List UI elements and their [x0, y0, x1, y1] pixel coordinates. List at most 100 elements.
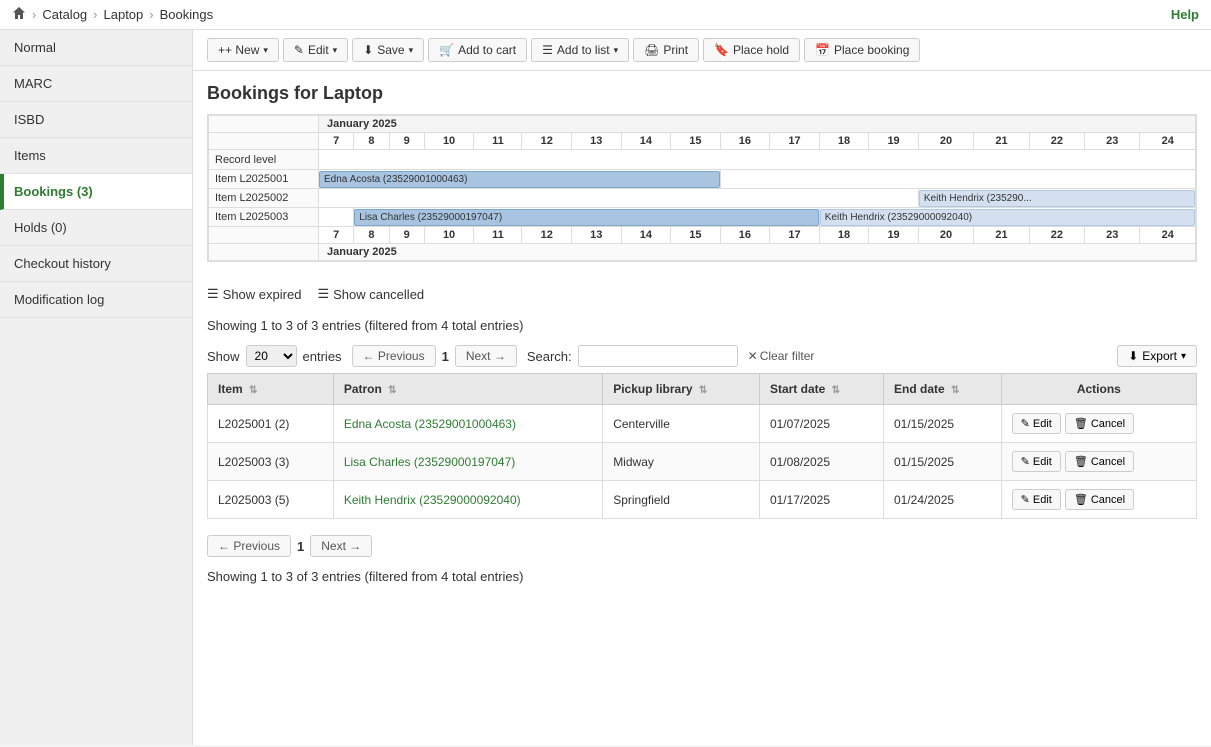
export-icon: ⬇: [1128, 349, 1138, 363]
col-end-date[interactable]: End date ⇅: [883, 374, 1001, 405]
booking-edna-bar[interactable]: Edna Acosta (23529001000463): [319, 171, 720, 188]
cell-item-2: L2025003 (5): [208, 481, 334, 519]
sidebar-item-marc[interactable]: MARC: [0, 66, 192, 102]
place-hold-button[interactable]: 🔖 Place hold: [703, 38, 800, 62]
search-label: Search:: [527, 349, 572, 364]
patron-link-1[interactable]: Lisa Charles (23529000197047): [344, 455, 515, 469]
previous-button-bottom[interactable]: ← Previous: [207, 535, 291, 557]
foot-month-label: January 2025: [319, 244, 1196, 261]
place-booking-button[interactable]: 📅 Place booking: [804, 38, 920, 62]
add-to-list-button[interactable]: ☰ Add to list ▾: [531, 38, 629, 62]
col-start-date[interactable]: Start date ⇅: [759, 374, 883, 405]
day-11: 11: [474, 133, 522, 150]
entries-select[interactable]: 10 20 50 100: [246, 345, 297, 367]
help-link[interactable]: Help: [1171, 7, 1199, 22]
sidebar-item-isbd[interactable]: ISBD: [0, 102, 192, 138]
toolbar: + + New ▾ ✎ Edit ▾ ⬇ Save ▾ 🛒 Add to car…: [193, 30, 1211, 71]
breadcrumb-current: Bookings: [160, 7, 213, 22]
breadcrumb-catalog[interactable]: Catalog: [42, 7, 87, 22]
cell-end-2: 01/24/2025: [883, 481, 1001, 519]
breadcrumb-laptop[interactable]: Laptop: [104, 7, 144, 22]
cell-end-0: 01/15/2025: [883, 405, 1001, 443]
save-icon: ⬇: [363, 43, 373, 57]
calendar-row-l2025001: Item L2025001 Edna Acosta (2352900100046…: [209, 170, 1196, 189]
sort-icon-patron: ⇅: [388, 385, 396, 396]
entries-label: entries: [303, 349, 342, 364]
export-button[interactable]: ⬇ Export ▾: [1117, 345, 1197, 367]
edit-icon: ✎: [294, 43, 304, 57]
show-label: Show: [207, 349, 240, 364]
cell-patron-0: Edna Acosta (23529001000463): [333, 405, 602, 443]
edit-button[interactable]: ✎ Edit ▾: [283, 38, 348, 62]
cell-patron-1: Lisa Charles (23529000197047): [333, 443, 602, 481]
booking-keith-l2025003[interactable]: Keith Hendrix (23529000092040): [819, 208, 1195, 227]
cell-item-0: L2025001 (2): [208, 405, 334, 443]
booking-keith-l2025002-bar[interactable]: Keith Hendrix (235290...: [919, 190, 1195, 207]
edit-button-0[interactable]: ✎ Edit: [1012, 413, 1061, 434]
bottom-controls: ← Previous 1 Next →: [193, 529, 1211, 563]
calendar-row-record-level: Record level: [209, 150, 1196, 170]
search-input[interactable]: [578, 345, 738, 367]
patron-link-0[interactable]: Edna Acosta (23529001000463): [344, 417, 516, 431]
booking-lisa-bar[interactable]: Lisa Charles (23529000197047): [354, 209, 818, 226]
col-pickup-library[interactable]: Pickup library ⇅: [603, 374, 760, 405]
cancel-button-1[interactable]: 🗑 Cancel: [1065, 451, 1134, 472]
foot-day-11: 11: [474, 227, 522, 244]
foot-day-17: 17: [770, 227, 820, 244]
booking-lisa[interactable]: Lisa Charles (23529000197047): [354, 208, 819, 227]
print-button[interactable]: 🖨 Print: [633, 38, 699, 62]
next-button[interactable]: Next →: [455, 345, 517, 367]
calendar-row-l2025003: Item L2025003 Lisa Charles (235290001970…: [209, 208, 1196, 227]
col-patron[interactable]: Patron ⇅: [333, 374, 602, 405]
next-button-bottom[interactable]: Next →: [310, 535, 372, 557]
edit-button-1[interactable]: ✎ Edit: [1012, 451, 1061, 472]
table-row: L2025003 (3) Lisa Charles (2352900019704…: [208, 443, 1197, 481]
cell-item-1: L2025003 (3): [208, 443, 334, 481]
clear-filter-button[interactable]: ✕ Clear filter: [748, 349, 815, 363]
calendar-table: January 2025 7 8 9 10 11 12 13 14 15 16: [208, 115, 1196, 261]
show-expired-toggle[interactable]: ☰ Show expired: [207, 286, 301, 302]
new-button[interactable]: + + New ▾: [207, 38, 279, 62]
save-button[interactable]: ⬇ Save ▾: [352, 38, 424, 62]
plus-icon: +: [218, 43, 225, 57]
edit-button-2[interactable]: ✎ Edit: [1012, 489, 1061, 510]
sidebar-item-bookings[interactable]: Bookings (3): [0, 174, 192, 210]
cancel-button-2[interactable]: 🗑 Cancel: [1065, 489, 1134, 510]
foot-day-8: 8: [354, 227, 389, 244]
row-label-l2025002: Item L2025002: [209, 189, 319, 208]
add-to-cart-button[interactable]: 🛒 Add to cart: [428, 38, 527, 62]
day-14: 14: [621, 133, 671, 150]
patron-link-2[interactable]: Keith Hendrix (23529000092040): [344, 493, 521, 507]
sidebar-item-items[interactable]: Items: [0, 138, 192, 174]
print-icon: 🖨: [644, 43, 659, 57]
cell-start-2: 01/17/2025: [759, 481, 883, 519]
hold-icon: 🔖: [714, 43, 729, 57]
booking-keith-l2025002[interactable]: Keith Hendrix (235290...: [918, 189, 1195, 208]
booking-keith-l2025003-bar[interactable]: Keith Hendrix (23529000092040): [820, 209, 1195, 226]
sidebar-item-normal[interactable]: Normal: [0, 30, 192, 66]
cell-end-1: 01/15/2025: [883, 443, 1001, 481]
sidebar-item-modification-log[interactable]: Modification log: [0, 282, 192, 318]
col-item[interactable]: Item ⇅: [208, 374, 334, 405]
show-cancelled-toggle[interactable]: ☰ Show cancelled: [317, 286, 424, 302]
cell-pickup-2: Springfield: [603, 481, 760, 519]
booking-edna[interactable]: Edna Acosta (23529001000463): [319, 170, 721, 189]
foot-day-12: 12: [522, 227, 572, 244]
list-icon: ☰: [542, 43, 553, 57]
previous-button[interactable]: ← Previous: [352, 345, 436, 367]
showing-text-bottom: Showing 1 to 3 of 3 entries (filtered fr…: [193, 563, 1211, 590]
bookings-table: Item ⇅ Patron ⇅ Pickup library ⇅ Start: [207, 373, 1197, 519]
cancel-icon-1: 🗑: [1074, 455, 1088, 468]
cell-start-1: 01/08/2025: [759, 443, 883, 481]
day-7: 7: [319, 133, 354, 150]
cancel-button-0[interactable]: 🗑 Cancel: [1065, 413, 1134, 434]
action-btns-2: ✎ Edit 🗑 Cancel: [1012, 489, 1186, 510]
foot-day-15: 15: [671, 227, 721, 244]
sort-icon-end: ⇅: [951, 385, 959, 396]
search-area: Search:: [527, 345, 738, 367]
home-icon[interactable]: [12, 6, 26, 23]
export-caret: ▾: [1181, 351, 1186, 362]
foot-day-7: 7: [319, 227, 354, 244]
sidebar-item-holds[interactable]: Holds (0): [0, 210, 192, 246]
sidebar-item-checkout-history[interactable]: Checkout history: [0, 246, 192, 282]
